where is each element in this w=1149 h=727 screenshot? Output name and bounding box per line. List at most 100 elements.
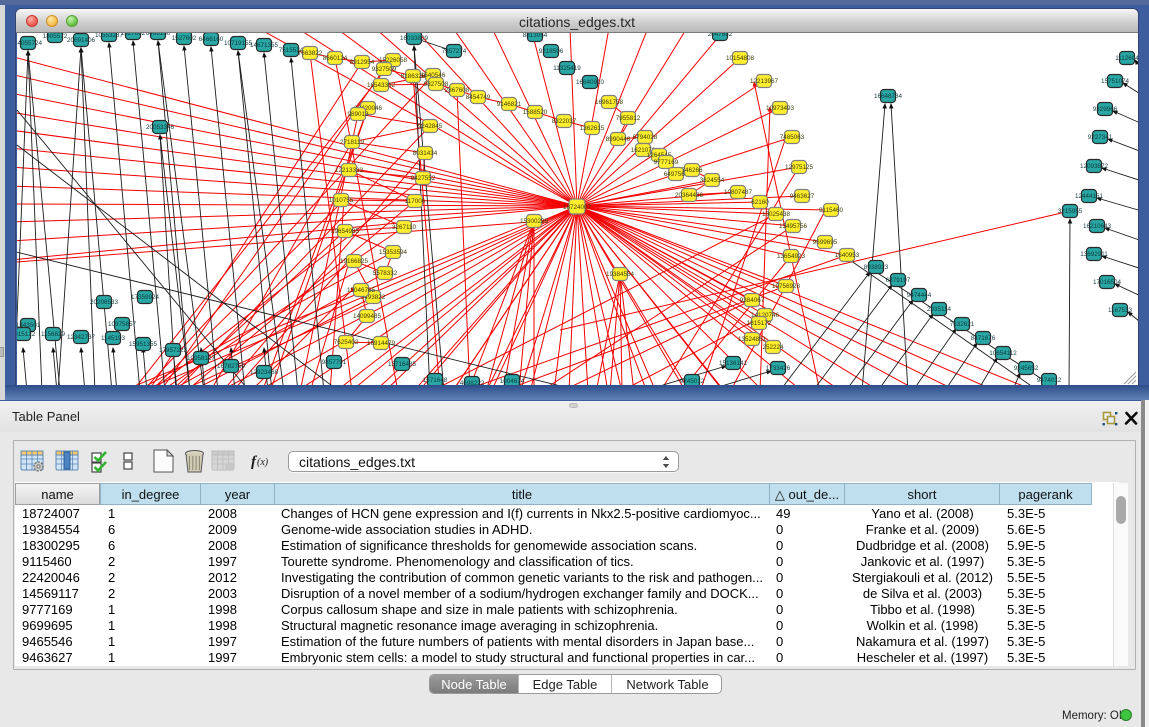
svg-text:8454749: 8454749 [466,94,491,101]
svg-text:8938923: 8938923 [864,264,889,271]
svg-text:19384554: 19384554 [606,271,635,278]
svg-text:5578332: 5578332 [373,270,398,277]
svg-text:7955812: 7955812 [616,115,641,122]
svg-text:10719155: 10719155 [224,40,253,47]
svg-text:9777169: 9777169 [654,159,679,166]
svg-text:1588520: 1588520 [523,109,548,116]
svg-text:13654923: 13654923 [777,253,806,260]
svg-text:7663822: 7663822 [298,50,323,57]
svg-text:10553287: 10553287 [95,33,124,39]
svg-text:9245652: 9245652 [1014,365,1039,372]
svg-text:1156829: 1156829 [41,331,66,338]
svg-text:12213333: 12213333 [335,167,364,174]
svg-text:1805572: 1805572 [43,33,68,40]
svg-text:2047682: 2047682 [708,33,733,38]
svg-text:9857791: 9857791 [322,359,347,366]
svg-text:16640910: 16640910 [576,79,605,86]
svg-text:117006: 117006 [405,198,426,205]
svg-text:746266: 746266 [681,167,703,174]
svg-text:15951355: 15951355 [129,341,158,348]
svg-text:1004674: 1004674 [500,378,525,385]
svg-text:10958127: 10958127 [187,355,216,362]
svg-text:9115460: 9115460 [819,207,844,214]
svg-text:8813054: 8813054 [523,33,548,39]
svg-text:19654985: 19654985 [331,228,360,235]
svg-text:3915122: 3915122 [17,331,36,338]
svg-text:9227341: 9227341 [1088,134,1113,141]
svg-text:1167533: 1167533 [1108,307,1133,314]
svg-text:16648784: 16648784 [874,93,903,100]
svg-text:12342737: 12342737 [67,334,96,341]
svg-text:1733426: 1733426 [766,365,791,372]
svg-text:9218506: 9218506 [539,48,564,55]
svg-text:6466160: 6466160 [146,33,171,37]
svg-text:3267110: 3267110 [392,224,417,231]
svg-text:62160: 62160 [751,199,769,206]
svg-text:16210643: 16210643 [1083,223,1112,230]
svg-text:8990448: 8990448 [606,136,631,143]
svg-text:15136141: 15136141 [719,360,748,367]
svg-text:15046765: 15046765 [347,287,376,294]
svg-text:7625402: 7625402 [334,339,359,346]
svg-text:10654112: 10654112 [989,350,1017,357]
svg-text:1112604: 1112604 [1115,55,1138,62]
svg-text:12444151: 12444151 [1075,193,1104,200]
svg-text:15495756: 15495756 [779,223,808,230]
svg-text:15300295: 15300295 [520,218,549,225]
svg-text:7632621: 7632621 [950,321,975,328]
svg-text:1527602: 1527602 [121,33,146,37]
svg-text:3624554: 3624554 [700,177,725,184]
svg-text:9474012: 9474012 [1037,377,1062,384]
svg-text:13692911: 13692911 [1080,251,1108,258]
svg-text:1571648: 1571648 [423,377,448,384]
svg-text:10973493: 10973493 [766,105,795,112]
svg-text:10807487: 10807487 [724,189,753,196]
svg-text:989013: 989013 [347,111,369,118]
svg-text:2718119: 2718119 [340,139,365,146]
svg-text:12975125: 12975125 [785,164,814,171]
svg-text:9474444: 9474444 [907,292,932,299]
svg-text:6794028: 6794028 [633,134,658,141]
svg-text:(x): (x) [257,457,269,468]
svg-text:1527602: 1527602 [172,35,197,42]
svg-text:16782759: 16782759 [217,363,246,370]
svg-text:11325419: 11325419 [553,65,581,72]
svg-text:2935114: 2935114 [927,306,952,313]
svg-text:8031434: 8031434 [413,150,438,157]
svg-text:10154808: 10154808 [726,55,755,62]
svg-text:12923468: 12923468 [250,369,279,376]
svg-text:13716485: 13716485 [388,361,417,368]
svg-text:1362615: 1362615 [580,125,605,132]
svg-text:10025438: 10025438 [762,211,791,218]
svg-text:15751074: 15751074 [1101,78,1130,85]
svg-text:16543362: 16543362 [367,82,396,89]
svg-text:9327509: 9327509 [372,66,397,73]
svg-text:16961758: 16961758 [595,99,624,106]
svg-text:9242845: 9242845 [418,123,443,130]
svg-text:2867608: 2867608 [445,87,470,94]
svg-text:20364436: 20364436 [675,192,704,199]
svg-text:6466160: 6466160 [199,36,224,43]
svg-text:20691406: 20691406 [67,37,96,44]
svg-text:12093872: 12093872 [1080,163,1109,170]
svg-text:17016504: 17016504 [1093,279,1122,286]
svg-text:252224: 252224 [762,344,784,351]
svg-text:8322037: 8322037 [552,118,577,125]
svg-text:9463627: 9463627 [790,193,815,200]
svg-text:9245012: 9245012 [680,378,705,385]
svg-text:16914479: 16914479 [367,340,396,347]
svg-text:18724007: 18724007 [563,204,592,211]
svg-text:20053346: 20053346 [146,124,175,131]
svg-text:1010755: 1010755 [329,197,354,204]
svg-text:1145193: 1145193 [101,335,126,342]
svg-text:19166825: 19166825 [340,258,369,265]
svg-text:8471676: 8471676 [971,335,996,342]
svg-text:20206533: 20206533 [90,299,119,306]
svg-text:14671355: 14671355 [250,42,279,49]
svg-text:8912954: 8912954 [350,59,375,66]
svg-text:9384067: 9384067 [740,297,765,304]
svg-text:1640953: 1640953 [835,252,860,259]
svg-text:12213967: 12213967 [750,78,779,85]
svg-text:1815172: 1815172 [747,320,772,327]
svg-text:19756928: 19756928 [772,283,801,290]
